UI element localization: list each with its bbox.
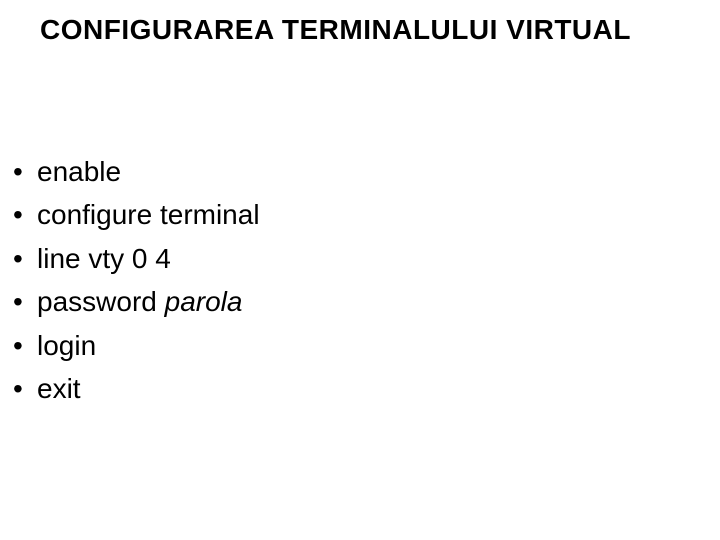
list-item: • configure terminal (13, 193, 260, 236)
list-item-text: exit (37, 367, 81, 410)
list-item: • password parola (13, 280, 260, 323)
bullet-icon: • (13, 150, 37, 193)
list-item-text: enable (37, 150, 121, 193)
list-item-text: configure terminal (37, 193, 260, 236)
bullet-icon: • (13, 193, 37, 236)
list-item-text: login (37, 324, 96, 367)
list-item: • enable (13, 150, 260, 193)
bullet-icon: • (13, 237, 37, 280)
list-item: • exit (13, 367, 260, 410)
list-item-text: line vty 0 4 (37, 237, 171, 280)
bullet-icon: • (13, 324, 37, 367)
bullet-icon: • (13, 280, 37, 323)
list-item-text: password parola (37, 280, 242, 323)
list-item: • login (13, 324, 260, 367)
list-item: • line vty 0 4 (13, 237, 260, 280)
command-list: • enable • configure terminal • line vty… (13, 150, 260, 410)
bullet-icon: • (13, 367, 37, 410)
slide-title: CONFIGURAREA TERMINALULUI VIRTUAL (40, 14, 631, 46)
